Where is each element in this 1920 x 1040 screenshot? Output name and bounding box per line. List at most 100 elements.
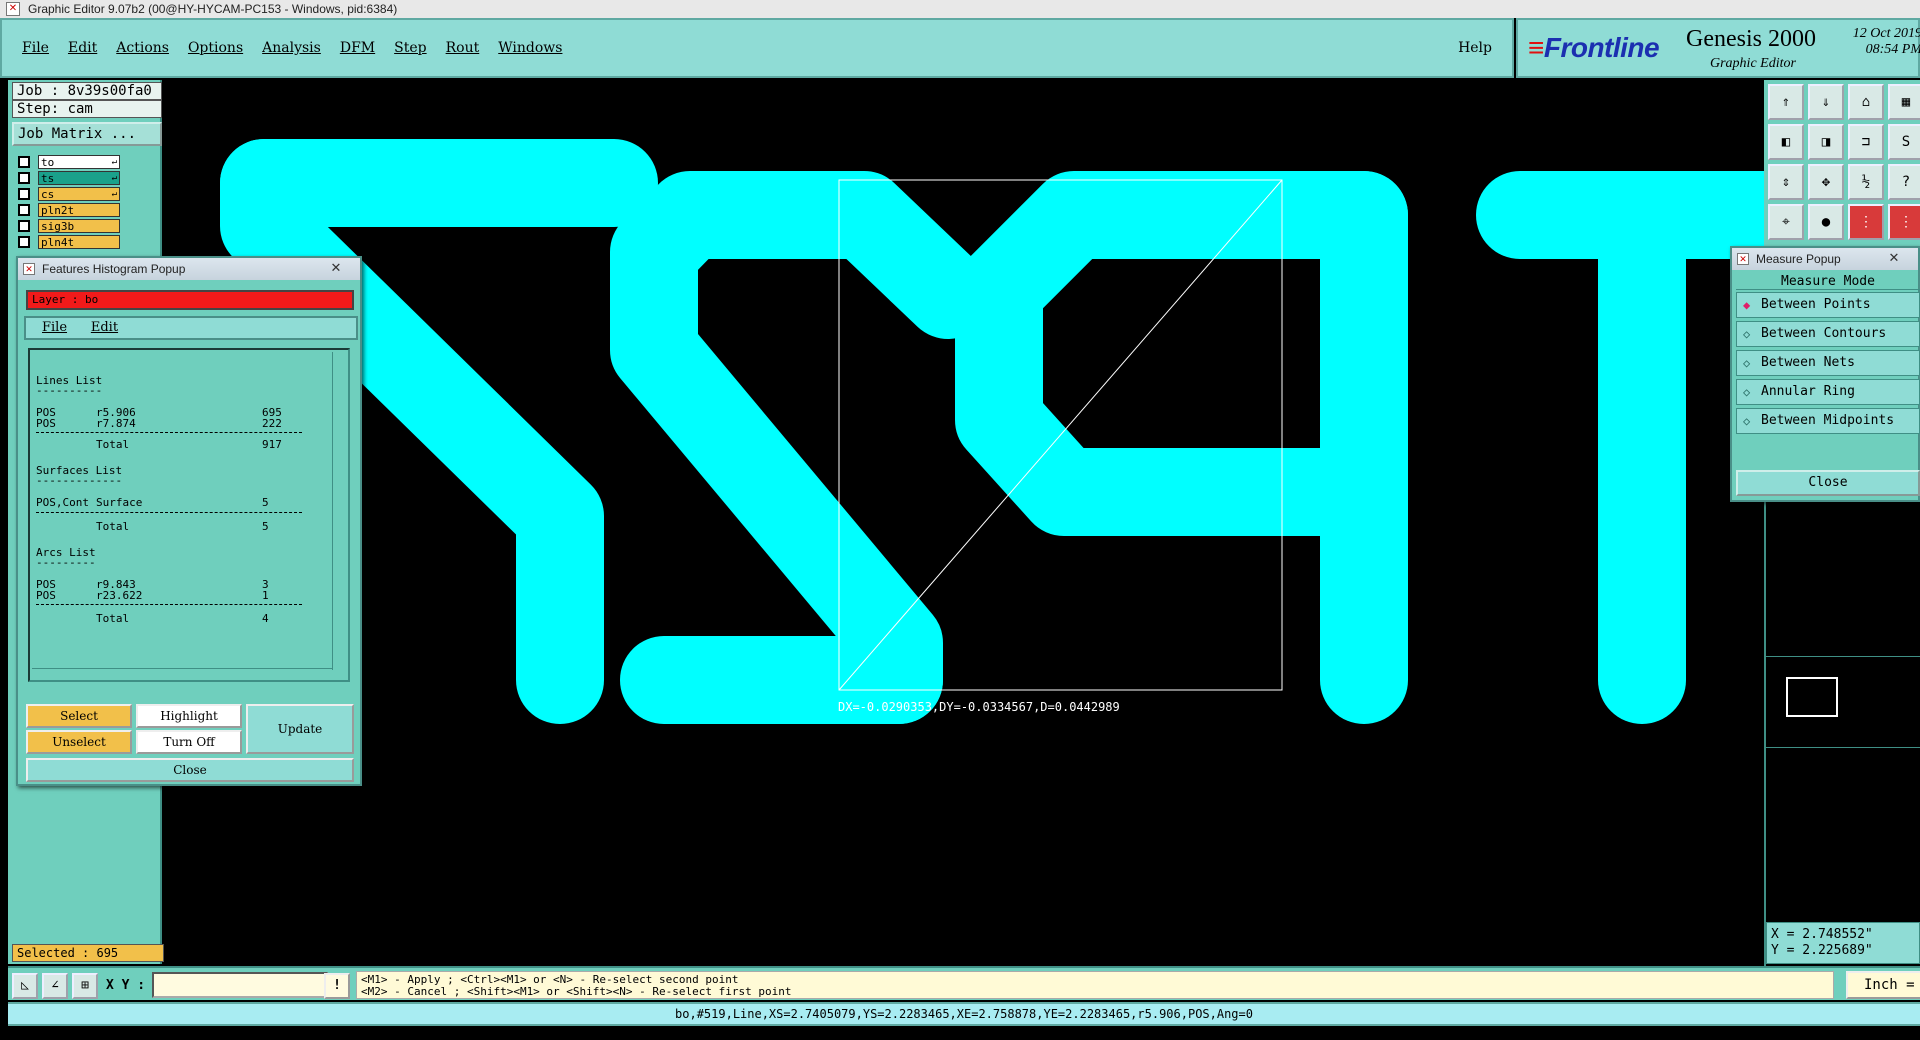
divider [36, 512, 302, 513]
radio-icon: ◇ [1743, 356, 1751, 370]
layer-name[interactable]: sig3b [38, 219, 120, 233]
snap-icon[interactable]: ⊐ [1848, 124, 1884, 160]
measure-title-bar: ✕ Measure Popup ✕ [1732, 248, 1918, 270]
layer-name[interactable]: pln4t [38, 235, 120, 249]
fit-all-icon[interactable]: ✥ [1808, 164, 1844, 200]
units-selector[interactable]: Inch = [1846, 971, 1920, 999]
help-icon[interactable]: ? [1888, 164, 1920, 200]
section-underline: ------------- [36, 474, 123, 487]
layer-mark-icon: ↵ [111, 189, 117, 199]
layer-name[interactable]: pln2t [38, 203, 120, 217]
histogram-close-button[interactable]: Close [26, 758, 354, 782]
divider [36, 432, 302, 433]
selected-count: Selected : 695 [12, 944, 164, 962]
radio-icon: ◇ [1743, 385, 1751, 399]
layer-list: to ↵ ts ↵ cs ↵ pln2t sig3b pln4t [12, 154, 138, 250]
unselect-button[interactable]: Unselect [26, 730, 132, 754]
histogram-title-bar: ✕ Features Histogram Popup ✕ [18, 258, 360, 280]
xy-input[interactable] [152, 972, 328, 998]
row-symbol: Surface [96, 496, 143, 509]
cursor-coordinates: X = 2.748552" Y = 2.225689" [1766, 922, 1920, 964]
turn-off-button[interactable]: Turn Off [136, 730, 242, 754]
layer-checkbox[interactable] [18, 220, 30, 232]
close-icon[interactable]: ✕ [316, 260, 356, 276]
mode-between-midpoints[interactable]: ◇ Between Midpoints [1736, 408, 1920, 434]
measure-title: Measure Popup [1756, 252, 1841, 266]
minimap[interactable] [1766, 656, 1920, 748]
window-title: Graphic Editor 9.07b2 (00@HY-HYCAM-PC153… [28, 2, 398, 16]
menu-help[interactable]: Help [1458, 40, 1492, 56]
angle-icon[interactable]: ∠ [42, 973, 68, 999]
menu-file[interactable]: File [22, 40, 49, 56]
brand-panel: ≡Frontline Genesis 2000 Graphic Editor 1… [1516, 18, 1920, 78]
graphic-canvas[interactable]: DX=-0.0290353,DY=-0.0334567,D=0.0442989 [164, 80, 1764, 966]
menu-step[interactable]: Step [394, 40, 426, 56]
window-split-icon[interactable]: ▦ [1888, 84, 1920, 120]
menu-dfm[interactable]: DFM [340, 40, 375, 56]
layer-row[interactable]: to ↵ [12, 154, 138, 170]
probe-icon[interactable]: ● [1808, 204, 1844, 240]
layer-checkbox[interactable] [18, 236, 30, 248]
layer-row[interactable]: cs ↵ [12, 186, 138, 202]
grid-icon[interactable]: ⊞ [72, 973, 98, 999]
layer-row[interactable]: ts ↵ [12, 170, 138, 186]
feature-track-5 [955, 171, 1408, 536]
radio-icon: ◇ [1743, 414, 1751, 428]
histogram-layer-label: Layer : bo [26, 290, 354, 310]
right-toolbar: ⇑ ⇓ ⌂ ▦ ◧ ◨ ⊐ S ⇕ ✥ ½ ? ⌖ ● ⋮ ⋮ [1764, 80, 1920, 246]
layer-row[interactable]: pln2t [12, 202, 138, 218]
layer-name[interactable]: cs ↵ [38, 187, 120, 201]
layer-row[interactable]: sig3b [12, 218, 138, 234]
layer-name[interactable]: to ↵ [38, 155, 120, 169]
select-button[interactable]: Select [26, 704, 132, 728]
route-icon[interactable]: S [1888, 124, 1920, 160]
layer-mark-icon: ↵ [111, 173, 117, 183]
layer-checkbox[interactable] [18, 156, 30, 168]
zoom-down-icon[interactable]: ⇓ [1808, 84, 1844, 120]
histogram-list[interactable]: Lines List ---------- POS r5.906 695 POS… [28, 348, 350, 682]
menu-edit[interactable]: Edit [68, 40, 97, 56]
measure-tool-icon[interactable]: ⌖ [1768, 204, 1804, 240]
menu-options[interactable]: Options [188, 40, 243, 56]
mode-between-contours[interactable]: ◇ Between Contours [1736, 321, 1920, 347]
menu-actions[interactable]: Actions [116, 40, 169, 56]
net-icon[interactable]: ⋮ [1848, 204, 1884, 240]
row-polarity: POS,Cont [36, 496, 89, 509]
highlight-button[interactable]: Highlight [136, 704, 242, 728]
mode-annular-ring[interactable]: ◇ Annular Ring [1736, 379, 1920, 405]
histogram-menu-file[interactable]: File [42, 320, 67, 335]
window-title-bar: ✕ Graphic Editor 9.07b2 (00@HY-HYCAM-PC1… [0, 0, 1920, 18]
home-icon[interactable]: ⌂ [1848, 84, 1884, 120]
layer-checkbox[interactable] [18, 188, 30, 200]
section-underline: --------- [36, 556, 96, 569]
net-alt-icon[interactable]: ⋮ [1888, 204, 1920, 240]
menu-windows[interactable]: Windows [498, 40, 562, 56]
pan-left-icon[interactable]: ◧ [1768, 124, 1804, 160]
total-label: Total [96, 520, 130, 533]
exclamation-icon[interactable]: ! [324, 973, 350, 999]
vertical-scrollbar[interactable] [332, 352, 346, 670]
layer-name[interactable]: ts ↵ [38, 171, 120, 185]
pan-right-icon[interactable]: ◨ [1808, 124, 1844, 160]
total-label: Total [96, 438, 130, 451]
horizontal-scrollbar[interactable] [32, 668, 332, 678]
layer-checkbox[interactable] [18, 204, 30, 216]
job-matrix-button[interactable]: Job Matrix ... [12, 122, 162, 146]
layer-checkbox[interactable] [18, 172, 30, 184]
menu-rout[interactable]: Rout [446, 40, 480, 56]
histogram-menu-edit[interactable]: Edit [91, 320, 118, 335]
scale-1-2-icon[interactable]: ½ [1848, 164, 1884, 200]
update-button[interactable]: Update [246, 704, 354, 754]
mouse-hints: <M1> - Apply ; <Ctrl><M1> or <N> - Re-se… [356, 971, 1834, 999]
mode-between-nets[interactable]: ◇ Between Nets [1736, 350, 1920, 376]
measure-close-button[interactable]: Close [1736, 470, 1920, 496]
frontline-logo: ≡Frontline [1528, 32, 1660, 63]
mode-between-points[interactable]: ◆ Between Points [1736, 292, 1920, 318]
fit-vertical-icon[interactable]: ⇕ [1768, 164, 1804, 200]
coord-x: X = 2.748552" [1771, 927, 1873, 942]
zoom-up-icon[interactable]: ⇑ [1768, 84, 1804, 120]
close-icon[interactable]: ✕ [1874, 250, 1914, 266]
menu-analysis[interactable]: Analysis [262, 40, 321, 56]
draw-line-icon[interactable]: ◺ [12, 973, 38, 999]
layer-row[interactable]: pln4t [12, 234, 138, 250]
